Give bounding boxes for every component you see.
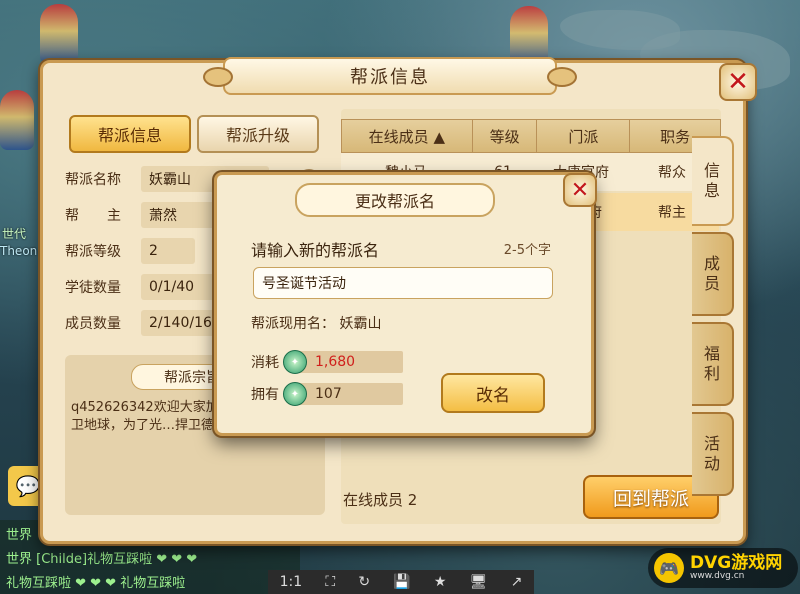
- scene-label-world: 世代: [2, 227, 27, 241]
- site-logo: 🎮 DVG游戏网 www.dvg.cn: [648, 548, 798, 588]
- online-count: 在线成员 2: [343, 489, 417, 510]
- column-school[interactable]: 门派: [537, 120, 631, 152]
- side-tab-label: 活动: [703, 434, 720, 473]
- info-row-members: 成员数量 2/140/16: [65, 309, 217, 337]
- cost-value: 1,680: [315, 354, 356, 370]
- chat-line-world: 世界: [6, 528, 33, 543]
- info-row-level: 帮派等级 2: [65, 237, 195, 265]
- side-tab-label: 成员: [703, 254, 720, 293]
- info-row-apprentices: 学徒数量 0/1/40: [65, 273, 217, 301]
- current-name-label: 帮派现用名：: [251, 316, 335, 332]
- online-count-label: 在线成员: [343, 491, 404, 509]
- side-tab-members[interactable]: 成员: [692, 232, 734, 316]
- zoom-reset-button[interactable]: 1:1: [280, 574, 303, 590]
- save-icon[interactable]: 💾: [393, 574, 410, 590]
- cost-bar: ✦ 1,680: [283, 350, 403, 374]
- online-count-value: 2: [407, 491, 418, 509]
- tab-guild-upgrade[interactable]: 帮派升级: [197, 115, 319, 153]
- cost-label: 消耗: [251, 355, 279, 371]
- chat-line: 礼物互踩啦 ❤ ❤ ❤ 礼物互踩啦: [6, 576, 186, 591]
- rename-guild-dialog: 更改帮派名 ✕ 请输入新的帮派名 2-5个字 帮派现用名： 妖霸山 消耗 ✦ 1…: [214, 172, 597, 436]
- info-value: 萧然: [141, 202, 217, 228]
- side-tab-welfare[interactable]: 福利: [692, 322, 734, 406]
- scene-character: [0, 90, 34, 150]
- dialog-title: 更改帮派名: [295, 183, 495, 217]
- new-guild-name-input[interactable]: [253, 267, 553, 299]
- cost-row: 消耗 ✦ 1,680: [251, 350, 403, 374]
- dialog-length-hint: 2-5个字: [503, 243, 551, 258]
- info-value: 2: [141, 238, 195, 264]
- member-table-header: 在线成员 ▲ 等级 门派 职务: [341, 119, 721, 153]
- close-window-icon[interactable]: ✕: [719, 63, 757, 101]
- close-dialog-icon[interactable]: ✕: [563, 173, 597, 207]
- logo-name: DVG游戏网: [690, 553, 783, 573]
- viewer-toolbar: 1:1 ⛶ ↻ 💾 ★ 🖥 ↗: [268, 570, 534, 594]
- currency-coin-icon: ✦: [283, 382, 307, 406]
- currency-coin-icon: ✦: [283, 350, 307, 374]
- own-row: 拥有 ✦ 107: [251, 382, 403, 406]
- own-bar: ✦ 107: [283, 382, 403, 406]
- scene-character: [40, 4, 78, 64]
- side-tab-label: 信息: [703, 161, 720, 200]
- side-tab-info[interactable]: 信息: [692, 136, 734, 226]
- info-value: 0/1/40: [141, 274, 217, 300]
- current-name-value: 妖霸山: [339, 316, 382, 332]
- column-online-member[interactable]: 在线成员 ▲: [342, 120, 473, 152]
- info-row-leader: 帮 主 萧然: [65, 201, 217, 229]
- tab-guild-info[interactable]: 帮派信息: [69, 115, 191, 153]
- fullscreen-icon[interactable]: ⛶: [325, 574, 335, 590]
- window-title: 帮派信息: [203, 57, 577, 95]
- side-tab-label: 福利: [703, 344, 720, 383]
- column-level[interactable]: 等级: [473, 120, 538, 152]
- rename-button[interactable]: 改名: [441, 373, 545, 413]
- info-label: 帮 主: [65, 208, 121, 224]
- dialog-prompt: 请输入新的帮派名: [251, 241, 380, 260]
- own-label: 拥有: [251, 387, 279, 403]
- scene-label-player: Theon: [0, 244, 38, 258]
- share-icon[interactable]: ↗: [511, 574, 523, 590]
- info-label: 帮派等级: [65, 244, 121, 260]
- own-value: 107: [315, 386, 342, 402]
- favorite-icon[interactable]: ★: [434, 574, 447, 590]
- current-name-row: 帮派现用名： 妖霸山: [251, 313, 381, 333]
- info-label: 成员数量: [65, 316, 121, 332]
- side-tab-activity[interactable]: 活动: [692, 412, 734, 496]
- window-title-text: 帮派信息: [350, 67, 430, 88]
- chat-line: 世界 [Childe]礼物互踩啦 ❤ ❤ ❤: [6, 552, 198, 567]
- info-value: 2/140/16: [141, 310, 217, 336]
- gamepad-icon: 🎮: [654, 553, 684, 583]
- info-label: 帮派名称: [65, 172, 121, 188]
- logo-text-block: DVG游戏网 www.dvg.cn: [690, 553, 783, 582]
- info-label: 学徒数量: [65, 280, 121, 296]
- screen-icon[interactable]: 🖥: [470, 574, 488, 590]
- rotate-icon[interactable]: ↻: [358, 574, 370, 590]
